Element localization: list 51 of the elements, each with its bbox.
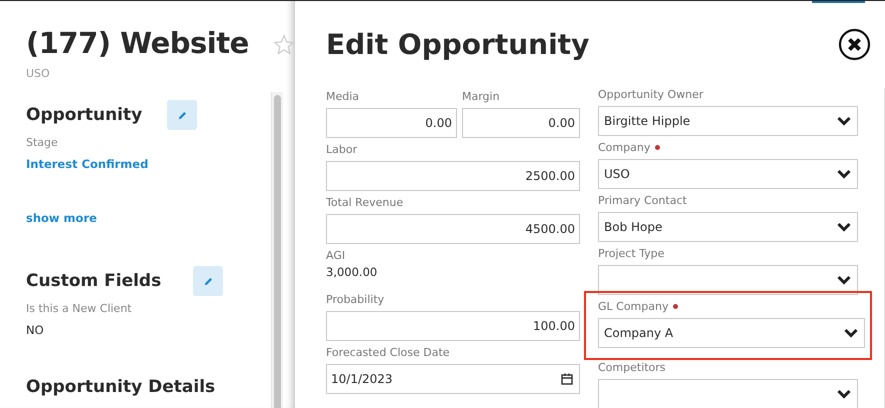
scrollbar[interactable] [271, 92, 283, 408]
chevron-down-icon [837, 222, 851, 232]
edit-button[interactable] [193, 266, 224, 296]
date-input[interactable]: 10/1/2023 [326, 364, 580, 394]
field-label: Media [326, 89, 360, 104]
chevron-down-icon [837, 169, 851, 179]
field-label: Project Type [598, 246, 666, 261]
dropdown-select[interactable]: USO [598, 159, 858, 189]
field-label: Primary Contact [598, 193, 688, 208]
chevron-down-icon [844, 328, 858, 338]
number-input[interactable]: 4500.00 [326, 214, 580, 244]
pencil-icon [176, 110, 188, 120]
number-input[interactable]: 0.00 [462, 108, 580, 138]
field-label: Total Revenue [326, 195, 404, 210]
field-label: Competitors [598, 360, 667, 375]
pencil-icon [202, 276, 214, 286]
field-value[interactable]: Interest Confirmed [26, 157, 266, 171]
field-label: Margin [462, 89, 501, 104]
chevron-down-icon [837, 389, 851, 399]
dropdown-select[interactable] [598, 265, 858, 295]
chevron-down-icon [837, 116, 851, 126]
section-heading: Opportunity Details [26, 377, 216, 397]
calendar-icon [561, 373, 573, 385]
dropdown-select[interactable]: Company A [598, 318, 865, 348]
chevron-down-icon [837, 275, 851, 285]
field-value: 3,000.00 [326, 264, 378, 281]
number-input[interactable]: 100.00 [326, 311, 580, 341]
field-label: Forecasted Close Date [326, 345, 451, 360]
dropdown-select[interactable]: Bob Hope [598, 212, 858, 242]
field-value: NO [26, 323, 45, 337]
number-input[interactable]: 0.00 [326, 108, 457, 138]
field-label: Labor [326, 142, 358, 157]
field-label: Is this a New Client [26, 302, 133, 315]
show-more-link[interactable]: show more [26, 211, 97, 225]
modal-title: Edit Opportunity [326, 28, 590, 61]
record-company: USO [26, 67, 51, 80]
record-title: (177) Website [26, 25, 249, 61]
section-heading: Custom Fields [26, 271, 162, 291]
field-label: GL Company [598, 299, 865, 314]
section-heading: Opportunity [26, 105, 142, 125]
required-dot [655, 145, 660, 150]
required-dot [673, 304, 678, 309]
edit-button[interactable] [167, 100, 198, 130]
dropdown-select[interactable]: Birgitte Hipple [598, 106, 858, 136]
field-label: Opportunity Owner [598, 88, 704, 102]
field-label: Stage [26, 136, 59, 149]
number-input[interactable]: 2500.00 [326, 161, 580, 191]
close-button[interactable] [838, 28, 871, 61]
field-label: Company [598, 140, 858, 155]
field-label: Probability [326, 292, 386, 307]
field-label: AGI [326, 248, 346, 263]
